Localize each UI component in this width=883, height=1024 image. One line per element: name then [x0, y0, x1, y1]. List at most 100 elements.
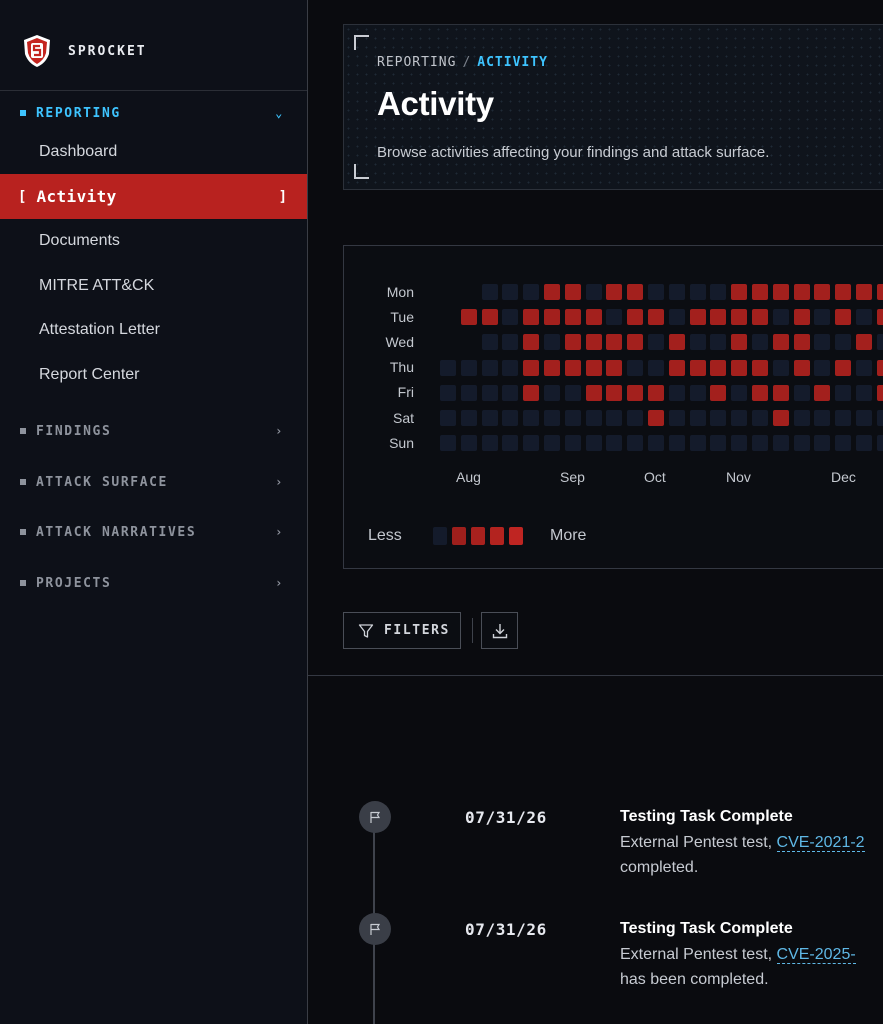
- heatmap-cell[interactable]: [585, 309, 602, 326]
- heatmap-cell[interactable]: [710, 410, 727, 426]
- heatmap-cell[interactable]: [502, 334, 519, 351]
- heatmap-cell[interactable]: [668, 309, 685, 326]
- heatmap-cell[interactable]: [793, 435, 810, 452]
- heatmap-cell[interactable]: [668, 284, 685, 300]
- heatmap-cell[interactable]: [689, 284, 706, 300]
- heatmap-cell[interactable]: [440, 410, 456, 426]
- heatmap-cell[interactable]: [460, 384, 477, 401]
- heatmap-cell[interactable]: [502, 309, 519, 326]
- heatmap-cell[interactable]: [648, 359, 664, 376]
- heatmap-cell[interactable]: [544, 284, 560, 300]
- heatmap-cell[interactable]: [668, 359, 685, 376]
- heatmap-cell[interactable]: [481, 284, 498, 300]
- heatmap-cell[interactable]: [731, 384, 748, 401]
- heatmap-cell[interactable]: [502, 359, 519, 376]
- sidebar-item-dashboard[interactable]: Dashboard: [39, 143, 117, 165]
- heatmap-cell[interactable]: [648, 334, 664, 351]
- heatmap-cell[interactable]: [544, 410, 560, 426]
- heatmap-cell[interactable]: [876, 435, 883, 452]
- heatmap-cell[interactable]: [731, 309, 748, 326]
- heatmap-cell[interactable]: [481, 334, 498, 351]
- heatmap-cell[interactable]: [627, 359, 644, 376]
- heatmap-cell[interactable]: [752, 334, 768, 351]
- heatmap-cell[interactable]: [793, 309, 810, 326]
- sidebar-item-activity[interactable]: [ Activity ]: [0, 174, 307, 219]
- heatmap-cell[interactable]: [835, 384, 852, 401]
- sidebar-section-findings[interactable]: FINDINGS ›: [20, 421, 290, 441]
- heatmap-cell[interactable]: [814, 309, 831, 326]
- heatmap-cell[interactable]: [835, 334, 852, 351]
- heatmap-cell[interactable]: [544, 359, 560, 376]
- heatmap-cell[interactable]: [793, 359, 810, 376]
- heatmap-cell[interactable]: [689, 334, 706, 351]
- heatmap-cell[interactable]: [627, 284, 644, 300]
- heatmap-cell[interactable]: [564, 284, 581, 300]
- heatmap-cell[interactable]: [627, 309, 644, 326]
- heatmap-cell[interactable]: [876, 309, 883, 326]
- heatmap-cell[interactable]: [752, 410, 768, 426]
- heatmap-cell[interactable]: [814, 284, 831, 300]
- heatmap-cell[interactable]: [710, 384, 727, 401]
- heatmap-cell[interactable]: [814, 334, 831, 351]
- heatmap-cell[interactable]: [606, 410, 623, 426]
- heatmap-cell[interactable]: [710, 435, 727, 452]
- heatmap-cell[interactable]: [440, 384, 456, 401]
- heatmap-cell[interactable]: [731, 359, 748, 376]
- heatmap-cell[interactable]: [710, 359, 727, 376]
- heatmap-cell[interactable]: [585, 284, 602, 300]
- heatmap-cell[interactable]: [772, 359, 789, 376]
- heatmap-cell[interactable]: [668, 334, 685, 351]
- sidebar-section-attack-narratives[interactable]: ATTACK NARRATIVES ›: [20, 522, 290, 542]
- filters-button[interactable]: FILTERS: [343, 612, 461, 649]
- heatmap-cell[interactable]: [606, 359, 623, 376]
- heatmap-cell[interactable]: [564, 334, 581, 351]
- heatmap-cell[interactable]: [793, 284, 810, 300]
- heatmap-cell[interactable]: [440, 359, 456, 376]
- heatmap-cell[interactable]: [668, 435, 685, 452]
- heatmap-cell[interactable]: [481, 309, 498, 326]
- heatmap-cell[interactable]: [772, 435, 789, 452]
- heatmap-cell[interactable]: [460, 410, 477, 426]
- heatmap-cell[interactable]: [772, 334, 789, 351]
- heatmap-cell[interactable]: [835, 309, 852, 326]
- heatmap-cell[interactable]: [648, 384, 664, 401]
- heatmap-cell[interactable]: [606, 284, 623, 300]
- download-button[interactable]: [481, 612, 518, 649]
- heatmap-cell[interactable]: [856, 410, 872, 426]
- heatmap-cell[interactable]: [523, 384, 540, 401]
- heatmap-cell[interactable]: [710, 309, 727, 326]
- heatmap-cell[interactable]: [585, 384, 602, 401]
- heatmap-cell[interactable]: [856, 435, 872, 452]
- heatmap-cell[interactable]: [627, 410, 644, 426]
- heatmap-cell[interactable]: [752, 284, 768, 300]
- heatmap-cell[interactable]: [502, 410, 519, 426]
- sidebar-section-reporting[interactable]: REPORTING ⌄: [20, 103, 290, 123]
- heatmap-cell[interactable]: [648, 435, 664, 452]
- heatmap-cell[interactable]: [689, 359, 706, 376]
- heatmap-cell[interactable]: [689, 410, 706, 426]
- heatmap-cell[interactable]: [648, 309, 664, 326]
- heatmap-cell[interactable]: [689, 384, 706, 401]
- heatmap-cell[interactable]: [710, 284, 727, 300]
- heatmap-cell[interactable]: [668, 384, 685, 401]
- heatmap-cell[interactable]: [606, 309, 623, 326]
- heatmap-cell[interactable]: [564, 384, 581, 401]
- heatmap-cell[interactable]: [731, 284, 748, 300]
- heatmap-cell[interactable]: [814, 384, 831, 401]
- heatmap-cell[interactable]: [585, 410, 602, 426]
- heatmap-cell[interactable]: [440, 435, 456, 452]
- heatmap-cell[interactable]: [606, 334, 623, 351]
- cve-link[interactable]: CVE-2021-2: [776, 834, 865, 852]
- heatmap-cell[interactable]: [502, 284, 519, 300]
- heatmap-cell[interactable]: [772, 309, 789, 326]
- heatmap-cell[interactable]: [752, 435, 768, 452]
- heatmap-cell[interactable]: [731, 410, 748, 426]
- heatmap-cell[interactable]: [710, 334, 727, 351]
- sidebar-section-projects[interactable]: PROJECTS ›: [20, 573, 290, 593]
- heatmap-cell[interactable]: [752, 309, 768, 326]
- heatmap-cell[interactable]: [502, 435, 519, 452]
- sidebar-item-report-center[interactable]: Report Center: [39, 366, 140, 388]
- heatmap-cell[interactable]: [876, 410, 883, 426]
- heatmap-cell[interactable]: [564, 359, 581, 376]
- heatmap-cell[interactable]: [502, 384, 519, 401]
